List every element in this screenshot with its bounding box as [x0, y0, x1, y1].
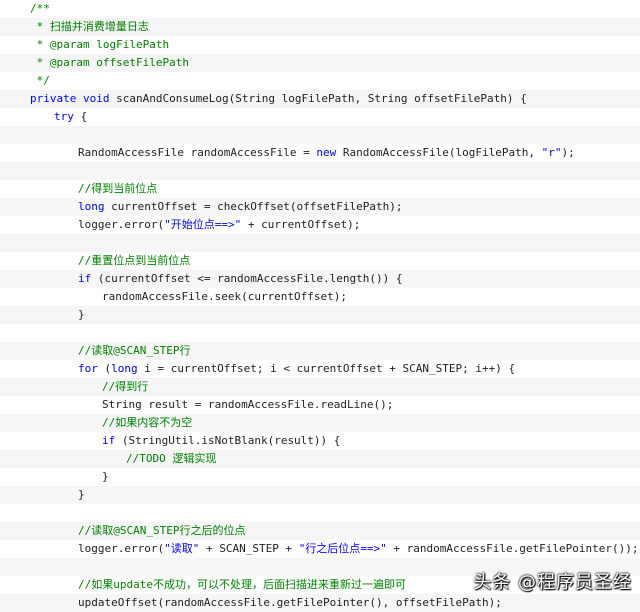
code-token: //: [102, 416, 116, 429]
code-token: (StringUtil.isNotBlank(result)) {: [121, 434, 341, 447]
code-token: //: [78, 578, 92, 591]
code-line: [0, 162, 640, 180]
code-token: 不成功，可以不处理，后面扫描进来重新过一遍即可: [153, 578, 406, 591]
code-line: * @param logFilePath: [0, 36, 640, 54]
code-token: + SCAN_STEP +: [199, 542, 299, 555]
code-token: (currentOffset <= randomAccessFile.lengt…: [97, 272, 403, 285]
code-token: ": [164, 218, 171, 231]
code-line: * @param offsetFilePath: [0, 54, 640, 72]
code-token: ": [164, 542, 171, 555]
code-line: }: [0, 306, 640, 324]
code-token: "r": [541, 146, 562, 159]
code-token: * @param logFilePath: [30, 38, 170, 51]
code-token: long: [78, 200, 112, 213]
code-token: randomAccessFile.seek(currentOffset);: [102, 290, 348, 303]
code-line: //得到行: [0, 378, 640, 396]
code-token: 读取: [170, 542, 193, 555]
code-token: //: [78, 182, 92, 195]
code-token: //: [78, 254, 92, 267]
code-token: new: [316, 146, 343, 159]
code-line: //得到当前位点: [0, 180, 640, 198]
code-token: {: [73, 110, 88, 123]
code-line: String result = randomAccessFile.readLin…: [0, 396, 640, 414]
code-token: i = currentOffset; i < currentOffset + S…: [144, 362, 516, 375]
code-line: }: [0, 468, 640, 486]
watermark-text: 头条 @程序员圣经: [473, 572, 632, 593]
code-token: RandomAccessFile(logFilePath,: [342, 146, 542, 159]
code-line: //重置位点到当前位点: [0, 252, 640, 270]
code-token: @SCAN_STEP: [113, 524, 180, 537]
code-line: RandomAccessFile randomAccessFile = new …: [0, 144, 640, 162]
code-token: //: [102, 380, 116, 393]
code-token: 得到当前位点: [91, 182, 158, 195]
code-line: try {: [0, 108, 640, 126]
code-line: [0, 234, 640, 252]
code-token: );: [561, 146, 575, 159]
code-line: if (StringUtil.isNotBlank(result)) {: [0, 432, 640, 450]
code-token: //TODO: [126, 452, 173, 465]
code-token: 读取: [91, 344, 114, 357]
code-token: + randomAccessFile.getFilePointer());: [386, 542, 639, 555]
code-token: logger.error(: [78, 218, 165, 231]
code-token: currentOffset = checkOffset(offsetFilePa…: [111, 200, 403, 213]
code-token: }: [78, 308, 85, 321]
code-token: private void: [30, 92, 117, 105]
code-token: try: [54, 110, 74, 123]
code-token: 行: [179, 344, 191, 357]
code-token: updateOffset(randomAccessFile.getFilePoi…: [78, 596, 502, 609]
code-line: //读取@SCAN_STEP行: [0, 342, 640, 360]
code-token: String result = randomAccessFile.readLin…: [102, 398, 394, 411]
code-line: private void scanAndConsumeLog(String lo…: [0, 90, 640, 108]
code-token: */: [30, 74, 50, 87]
code-line: }: [0, 486, 640, 504]
code-token: 如果内容不为空: [115, 416, 193, 429]
code-line: logger.error("开始位点==>" + currentOffset);: [0, 216, 640, 234]
code-line: if (currentOffset <= randomAccessFile.le…: [0, 270, 640, 288]
code-line: randomAccessFile.seek(currentOffset);: [0, 288, 640, 306]
code-token: scanAndConsumeLog(String logFilePath, St…: [116, 92, 527, 105]
code-token: update: [113, 578, 153, 591]
code-line: */: [0, 72, 640, 90]
code-token: /**: [30, 2, 50, 15]
code-token: //: [78, 344, 92, 357]
code-token: *: [30, 20, 50, 33]
code-token: }: [102, 470, 109, 483]
code-token: 逻辑实现: [172, 452, 217, 465]
code-token: for: [78, 362, 105, 375]
code-line: for (long i = currentOffset; i < current…: [0, 360, 640, 378]
code-token: ==>": [360, 542, 387, 555]
code-token: 行之后的位点: [179, 524, 246, 537]
code-line: //读取@SCAN_STEP行之后的位点: [0, 522, 640, 540]
code-token: 开始位点: [170, 218, 215, 231]
code-token: 读取: [91, 524, 114, 537]
code-token: RandomAccessFile randomAccessFile =: [78, 146, 317, 159]
code-token: }: [78, 488, 85, 501]
code-line: long currentOffset = checkOffset(offsetF…: [0, 198, 640, 216]
code-token: 重置位点到当前位点: [91, 254, 191, 267]
code-line: updateOffset(randomAccessFile.getFilePoi…: [0, 594, 640, 612]
code-token: ==>": [214, 218, 242, 231]
code-token: 得到行: [115, 380, 149, 393]
code-token: if: [102, 434, 122, 447]
code-token: @SCAN_STEP: [113, 344, 180, 357]
code-token: logger.error(: [78, 542, 165, 555]
code-token: + currentOffset);: [241, 218, 361, 231]
code-token: * @param offsetFilePath: [30, 56, 189, 69]
code-token: 行之后位点: [305, 542, 361, 555]
code-token: //: [78, 524, 92, 537]
code-token: 如果: [91, 578, 114, 591]
code-line: logger.error("读取" + SCAN_STEP + "行之后位点==…: [0, 540, 640, 558]
code-line: /**: [0, 0, 640, 18]
code-token: 扫描并消费增量日志: [49, 20, 149, 33]
code-line: [0, 126, 640, 144]
code-line: //TODO 逻辑实现: [0, 450, 640, 468]
code-line: //如果内容不为空: [0, 414, 640, 432]
code-token: if: [78, 272, 98, 285]
code-token: long: [111, 362, 145, 375]
code-line: * 扫描并消费增量日志: [0, 18, 640, 36]
